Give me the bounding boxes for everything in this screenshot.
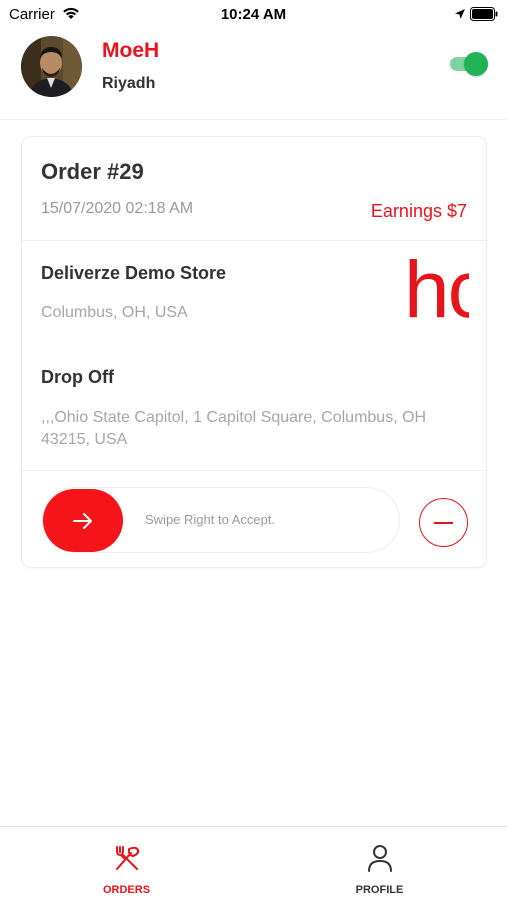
swipe-handle[interactable]: [43, 489, 123, 552]
status-bar: Carrier 10:24 AM: [0, 0, 507, 30]
swipe-to-accept-slider[interactable]: Swipe Right to Accept.: [42, 487, 400, 553]
user-city: Riyadh: [102, 75, 156, 92]
divider: [22, 240, 486, 241]
location-arrow-icon: [454, 7, 466, 25]
tab-orders[interactable]: ORDERS: [0, 827, 253, 900]
minus-circle-icon: [434, 522, 453, 524]
online-status-toggle[interactable]: [450, 52, 488, 76]
dropoff-label: Drop Off: [41, 367, 114, 387]
store-logo: hc: [402, 259, 469, 335]
divider: [22, 470, 486, 471]
order-card[interactable]: Order #29 15/07/2020 02:18 AM Earnings $…: [21, 136, 487, 568]
toggle-knob: [464, 52, 488, 76]
order-earnings: Earnings $7: [370, 201, 467, 221]
order-date: 15/07/2020 02:18 AM: [41, 200, 194, 217]
tab-profile-label: PROFILE: [355, 884, 404, 896]
tab-profile[interactable]: PROFILE: [253, 827, 506, 900]
tab-orders-label: ORDERS: [102, 884, 151, 896]
user-name: MoeH: [102, 39, 160, 62]
pickup-address: Columbus, OH, USA: [41, 304, 188, 321]
reject-order-button[interactable]: [419, 498, 468, 547]
person-icon: [253, 843, 506, 873]
avatar[interactable]: [21, 36, 82, 97]
dropoff-address: ,,,Ohio State Capitol, 1 Capitol Square,…: [41, 409, 427, 448]
battery-icon: [470, 7, 498, 26]
clock-time: 10:24 AM: [220, 6, 287, 23]
profile-header: MoeH Riyadh: [0, 30, 507, 120]
swipe-label: Swipe Right to Accept.: [145, 512, 276, 527]
order-title: Order #29: [41, 159, 144, 184]
fork-knife-icon: [0, 843, 253, 873]
arrow-right-icon: [73, 513, 92, 529]
bottom-nav: ORDERS PROFILE: [0, 826, 507, 900]
pickup-store-name: Deliverze Demo Store: [41, 263, 227, 283]
store-logo-text: hc: [404, 259, 469, 335]
